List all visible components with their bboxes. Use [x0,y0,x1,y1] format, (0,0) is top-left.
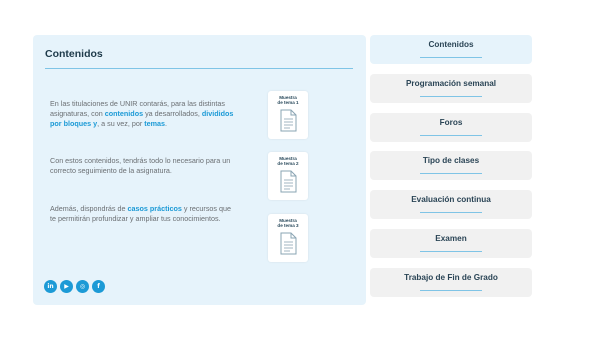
menu-item-label: Trabajo de Fin de Grado [404,273,498,282]
social-links: in ▶ ◎ f [44,280,105,293]
sample-topic-1-card[interactable]: Muestra de tema 1 [268,91,308,139]
menu-item-label: Examen [435,234,467,243]
sample-topic-2-card[interactable]: Muestra de tema 2 [268,152,308,200]
menu-item-underline [420,212,482,213]
menu-item-programacion-semanal[interactable]: Programación semanal [370,74,532,103]
document-icon [280,109,297,132]
menu-item-trabajo-fin-de-grado[interactable]: Trabajo de Fin de Grado [370,268,532,297]
menu-item-underline [420,290,482,291]
menu-item-underline [420,135,482,136]
highlighted-text: temas [144,119,166,128]
paragraph-practical-cases: Además, dispondrás de casos prácticos y … [50,204,235,224]
document-icon [280,170,297,193]
paragraph-follow-up: Con estos contenidos, tendrás todo lo ne… [50,156,235,176]
stage: Contenidos En las titulaciones de UNIR c… [0,0,600,338]
paragraph-text: Además, dispondrás de [50,204,128,213]
menu-item-underline [420,251,482,252]
menu-item-examen[interactable]: Examen [370,229,532,258]
panel-title: Contenidos [45,48,103,60]
sample-topic-3-card[interactable]: Muestra de tema 3 [268,214,308,262]
menu-item-underline [420,57,482,58]
menu-item-label: Tipo de clases [422,156,480,165]
paragraph-text: ya desarrollados, [143,109,202,118]
menu-item-label: Programación semanal [405,79,497,88]
highlighted-text: casos prácticos [127,204,182,213]
paragraph-text: Con estos contenidos, tendrás todo lo ne… [50,156,231,175]
sample-topic-2-label: Muestra de tema 2 [277,156,299,166]
instagram-icon[interactable]: ◎ [76,280,89,293]
linkedin-icon[interactable]: in [44,280,57,293]
menu-item-contenidos[interactable]: Contenidos [370,35,532,64]
content-panel: Contenidos En las titulaciones de UNIR c… [33,35,366,305]
sample-topic-3-label: Muestra de tema 3 [277,218,299,228]
facebook-icon[interactable]: f [92,280,105,293]
paragraph-text: , a su vez, por [97,119,145,128]
menu-item-foros[interactable]: Foros [370,113,532,142]
title-divider [45,68,353,69]
menu-item-tipo-de-clases[interactable]: Tipo de clases [370,151,532,180]
menu-item-label: Foros [439,118,463,127]
menu-item-label: Evaluación continua [411,195,491,204]
paragraph-intro: En las titulaciones de UNIR contarás, pa… [50,99,235,129]
highlighted-text: contenidos [104,109,144,118]
youtube-icon[interactable]: ▶ [60,280,73,293]
menu-item-underline [420,173,482,174]
menu-item-evaluacion-continua[interactable]: Evaluación continua [370,190,532,219]
document-icon [280,232,297,255]
menu-item-underline [420,96,482,97]
menu-item-label: Contenidos [428,40,474,49]
paragraph-text: . [165,119,168,128]
sample-topic-1-label: Muestra de tema 1 [277,95,299,105]
